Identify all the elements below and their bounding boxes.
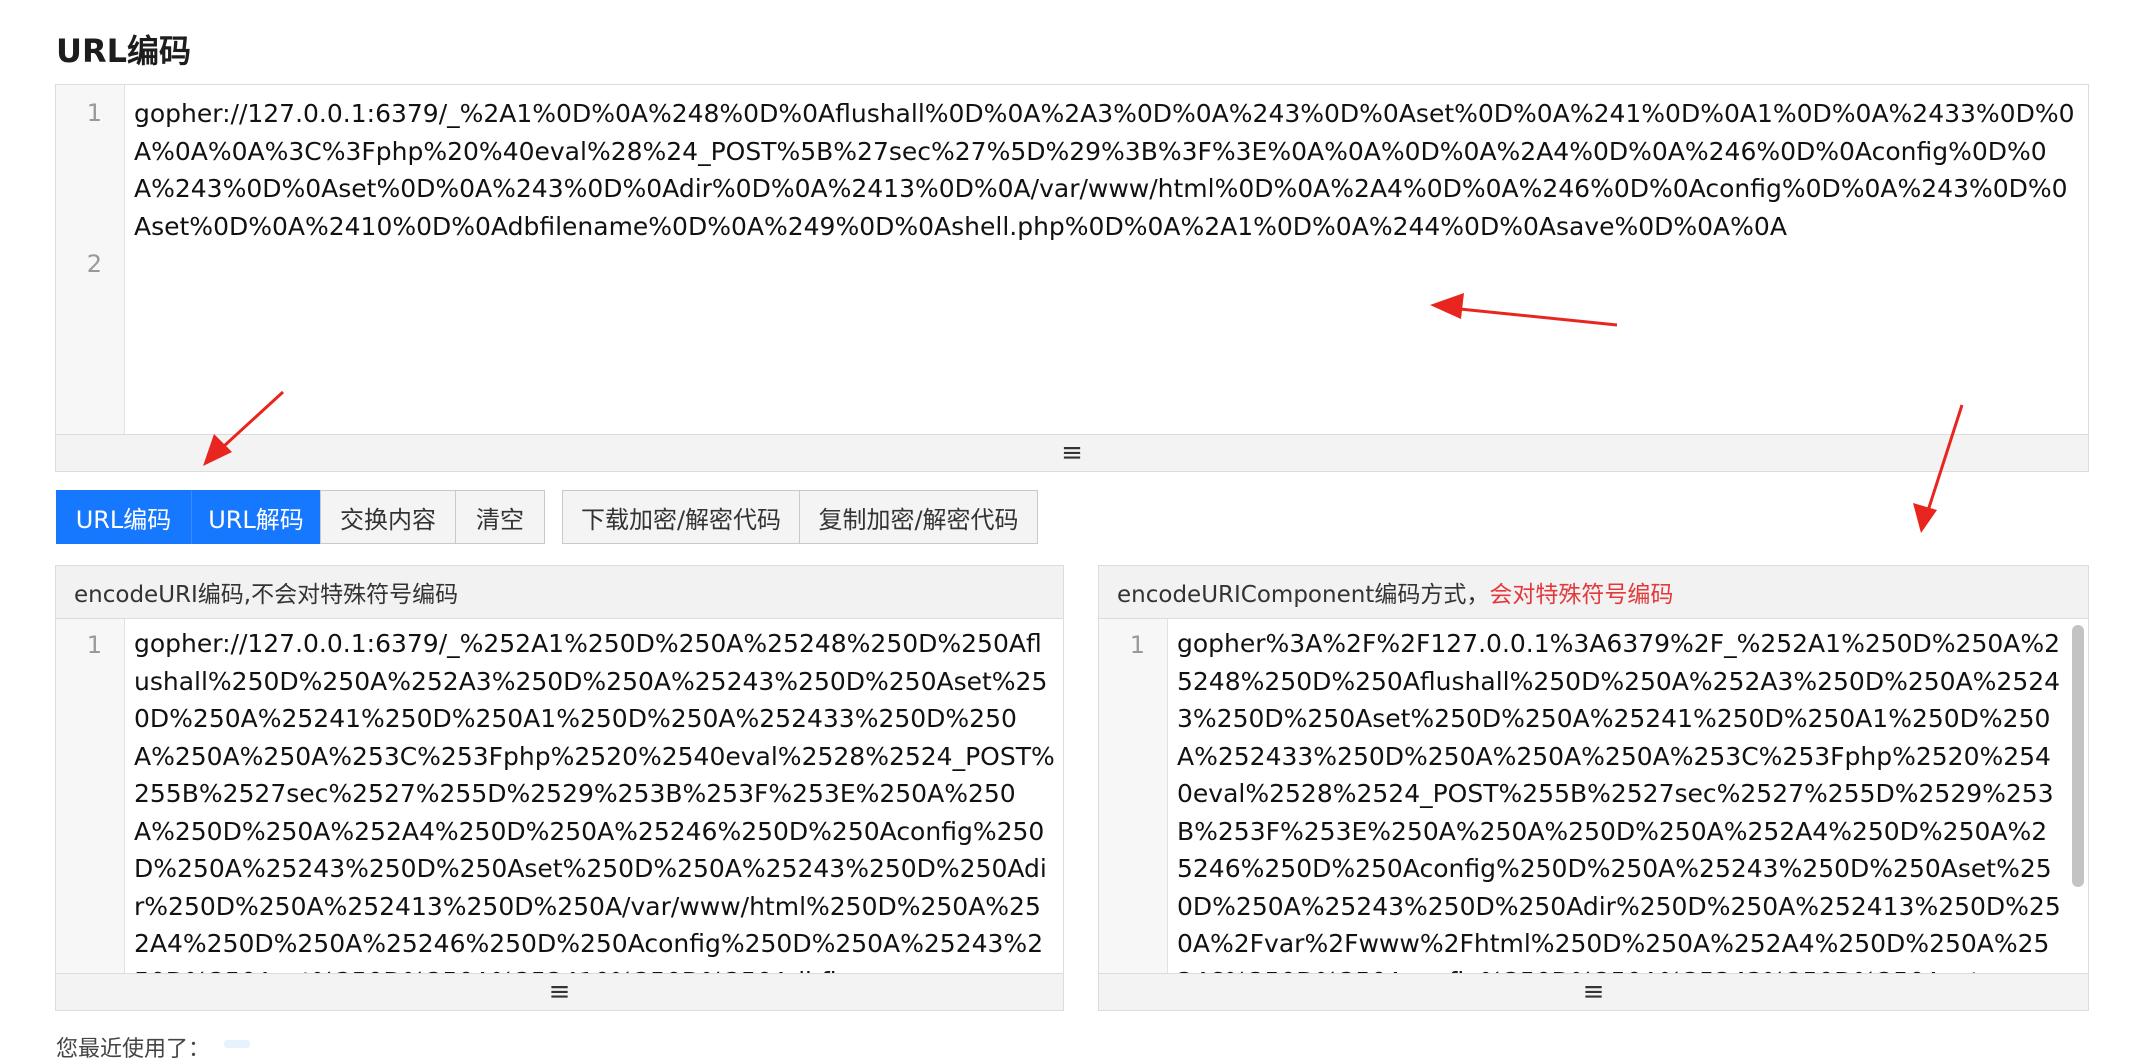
page-title: URL编码 <box>56 32 192 70</box>
scrollbar[interactable] <box>2072 625 2084 887</box>
line-number: 2 <box>86 250 102 278</box>
encodeuri-panel-header: encodeURI编码,不会对特殊符号编码 <box>55 565 1064 619</box>
line-number: 1 <box>1129 631 1145 659</box>
panel-title: encodeURI编码,不会对特殊符号编码 <box>74 582 459 608</box>
line-number: 1 <box>86 631 102 659</box>
line-gutter: 1 <box>1099 619 1168 974</box>
resize-handle[interactable]: ≡ <box>1099 973 2088 1010</box>
input-editor[interactable]: 1 2 gopher://127.0.0.1:6379/_%2A1%0D%0A%… <box>55 84 2089 472</box>
input-text[interactable]: gopher://127.0.0.1:6379/_%2A1%0D%0A%248%… <box>134 95 2082 245</box>
hamburger-icon: ≡ <box>1582 977 1605 1007</box>
swap-content-button[interactable]: 交换内容 <box>320 490 456 544</box>
encodeuri-text[interactable]: gopher://127.0.0.1:6379/_%252A1%250D%250… <box>134 625 1055 1000</box>
line-gutter: 1 <box>56 619 125 974</box>
hamburger-icon: ≡ <box>1061 438 1083 468</box>
encodeuricomponent-output[interactable]: 1 gopher%3A%2F%2F127.0.0.1%3A6379%2F_%25… <box>1098 619 2089 1011</box>
recent-used-label: 您最近使用了： <box>56 1037 211 1062</box>
line-number: 1 <box>86 99 102 127</box>
panel-title-highlight: 会对特殊符号编码 <box>1489 582 1674 608</box>
resize-handle[interactable]: ≡ <box>56 434 2088 471</box>
line-gutter: 1 2 <box>56 85 125 435</box>
download-code-button[interactable]: 下载加密/解密代码 <box>562 490 800 544</box>
hamburger-icon: ≡ <box>548 977 571 1007</box>
encodeuri-output[interactable]: 1 gopher://127.0.0.1:6379/_%252A1%250D%2… <box>55 619 1064 1011</box>
copy-code-button[interactable]: 复制加密/解密代码 <box>799 490 1038 544</box>
clear-button[interactable]: 清空 <box>455 490 545 544</box>
url-decode-button[interactable]: URL解码 <box>191 490 321 544</box>
encodeuricomponent-text[interactable]: gopher%3A%2F%2F127.0.0.1%3A6379%2F_%252A… <box>1177 625 2062 1000</box>
url-encode-button[interactable]: URL编码 <box>56 490 191 544</box>
panel-title: encodeURIComponent编码方式， <box>1117 582 1490 608</box>
encodeuricomponent-panel-header: encodeURIComponent编码方式， 会对特殊符号编码 <box>1098 565 2089 619</box>
recent-used-chip[interactable] <box>224 1040 250 1048</box>
resize-handle[interactable]: ≡ <box>56 973 1063 1010</box>
